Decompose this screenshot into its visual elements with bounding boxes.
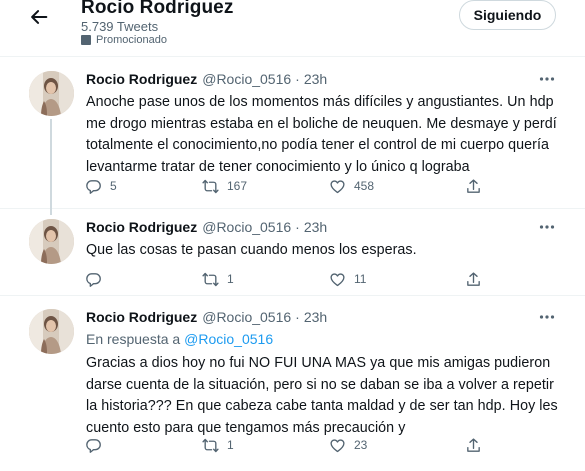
- retweet-count: 1: [227, 438, 234, 452]
- share-button[interactable]: [465, 268, 482, 290]
- retweet-icon: [202, 178, 219, 195]
- avatar[interactable]: [29, 309, 74, 354]
- reply-icon: [85, 437, 102, 454]
- more-icon: [539, 76, 555, 82]
- more-button[interactable]: [532, 217, 562, 237]
- tweet-count: 5.739 Tweets: [81, 19, 159, 34]
- author-name[interactable]: Rocio Rodriguez: [86, 219, 197, 235]
- reply-button[interactable]: [85, 434, 120, 456]
- more-icon: [539, 224, 555, 230]
- tweet-timestamp[interactable]: 23h: [304, 219, 327, 235]
- retweet-icon: [202, 437, 219, 454]
- profile-header: Rocio Rodriguez 5.739 Tweets Promocionad…: [0, 0, 585, 57]
- tweet-actions: 1 11: [82, 268, 502, 290]
- like-button[interactable]: 23: [329, 434, 367, 456]
- back-button[interactable]: [22, 2, 56, 32]
- reply-icon: [85, 178, 102, 195]
- reply-context: En respuesta a @Rocio_0516: [86, 331, 273, 347]
- tweet[interactable]: Rocio Rodriguez @Rocio_0516 · 23h Anoche…: [0, 57, 585, 213]
- avatar[interactable]: [29, 71, 74, 116]
- author-handle[interactable]: @Rocio_0516: [202, 309, 291, 325]
- tweet-text: Gracias a dios hoy no fui NO FUI UNA MAS…: [86, 355, 558, 436]
- retweet-count: 1: [227, 272, 234, 286]
- avatar[interactable]: [29, 219, 74, 264]
- tweet[interactable]: Rocio Rodriguez @Rocio_0516 · 23h Que la…: [0, 204, 585, 296]
- promoted-text: Promocionado: [96, 34, 167, 46]
- share-button[interactable]: [465, 434, 482, 456]
- tweet-actions: 1 23: [82, 434, 502, 456]
- share-icon: [465, 437, 482, 454]
- tweet[interactable]: Rocio Rodriguez @Rocio_0516 · 23h En res…: [0, 298, 585, 471]
- retweet-count: 167: [227, 179, 248, 193]
- author-handle[interactable]: @Rocio_0516: [202, 219, 291, 235]
- separator-dot: ·: [295, 219, 300, 235]
- promoted-label: Promocionado: [81, 34, 167, 46]
- like-count: 11: [354, 272, 367, 286]
- author-handle[interactable]: @Rocio_0516: [202, 71, 291, 87]
- author-name[interactable]: Rocio Rodriguez: [86, 71, 197, 87]
- reply-count: 5: [110, 179, 117, 193]
- reply-icon: [85, 271, 102, 288]
- following-button[interactable]: Siguiendo: [459, 0, 556, 30]
- tweet-timestamp[interactable]: 23h: [304, 309, 327, 325]
- tweet-header: Rocio Rodriguez @Rocio_0516 · 23h: [86, 309, 327, 325]
- share-icon: [465, 178, 482, 195]
- like-icon: [329, 178, 346, 195]
- like-icon: [329, 271, 346, 288]
- retweet-button[interactable]: 167: [202, 175, 247, 197]
- tweet-timestamp[interactable]: 23h: [304, 71, 327, 87]
- retweet-button[interactable]: 1: [202, 434, 237, 456]
- share-button[interactable]: [465, 175, 482, 197]
- like-button[interactable]: 11: [329, 268, 366, 290]
- reply-prefix: En respuesta a: [86, 331, 181, 347]
- more-button[interactable]: [532, 307, 562, 327]
- share-icon: [465, 271, 482, 288]
- reply-handle-link[interactable]: @Rocio_0516: [184, 331, 273, 347]
- thread-line: [50, 119, 52, 213]
- separator-dot: ·: [295, 309, 300, 325]
- tweet-header: Rocio Rodriguez @Rocio_0516 · 23h: [86, 71, 327, 87]
- tweet-text: Anoche pase unos de los momentos más dif…: [86, 94, 557, 175]
- retweet-icon: [202, 271, 219, 288]
- reply-button[interactable]: 5: [85, 175, 120, 197]
- like-count: 23: [354, 438, 368, 452]
- like-button[interactable]: 458: [329, 175, 374, 197]
- thread-line: [50, 204, 52, 215]
- tweet-header: Rocio Rodriguez @Rocio_0516 · 23h: [86, 219, 327, 235]
- reply-button[interactable]: [85, 268, 120, 290]
- promoted-icon: [81, 35, 91, 45]
- like-icon: [329, 437, 346, 454]
- separator-dot: ·: [295, 71, 300, 87]
- more-button[interactable]: [532, 69, 562, 89]
- author-name[interactable]: Rocio Rodriguez: [86, 309, 197, 325]
- profile-name: Rocio Rodriguez: [81, 0, 234, 18]
- like-count: 458: [354, 179, 375, 193]
- tweet-text: Que las cosas te pasan cuando menos los …: [86, 242, 417, 258]
- retweet-button[interactable]: 1: [202, 268, 237, 290]
- back-arrow-icon: [31, 10, 48, 24]
- more-icon: [539, 314, 555, 320]
- tweet-actions: 5 167 458: [82, 175, 502, 197]
